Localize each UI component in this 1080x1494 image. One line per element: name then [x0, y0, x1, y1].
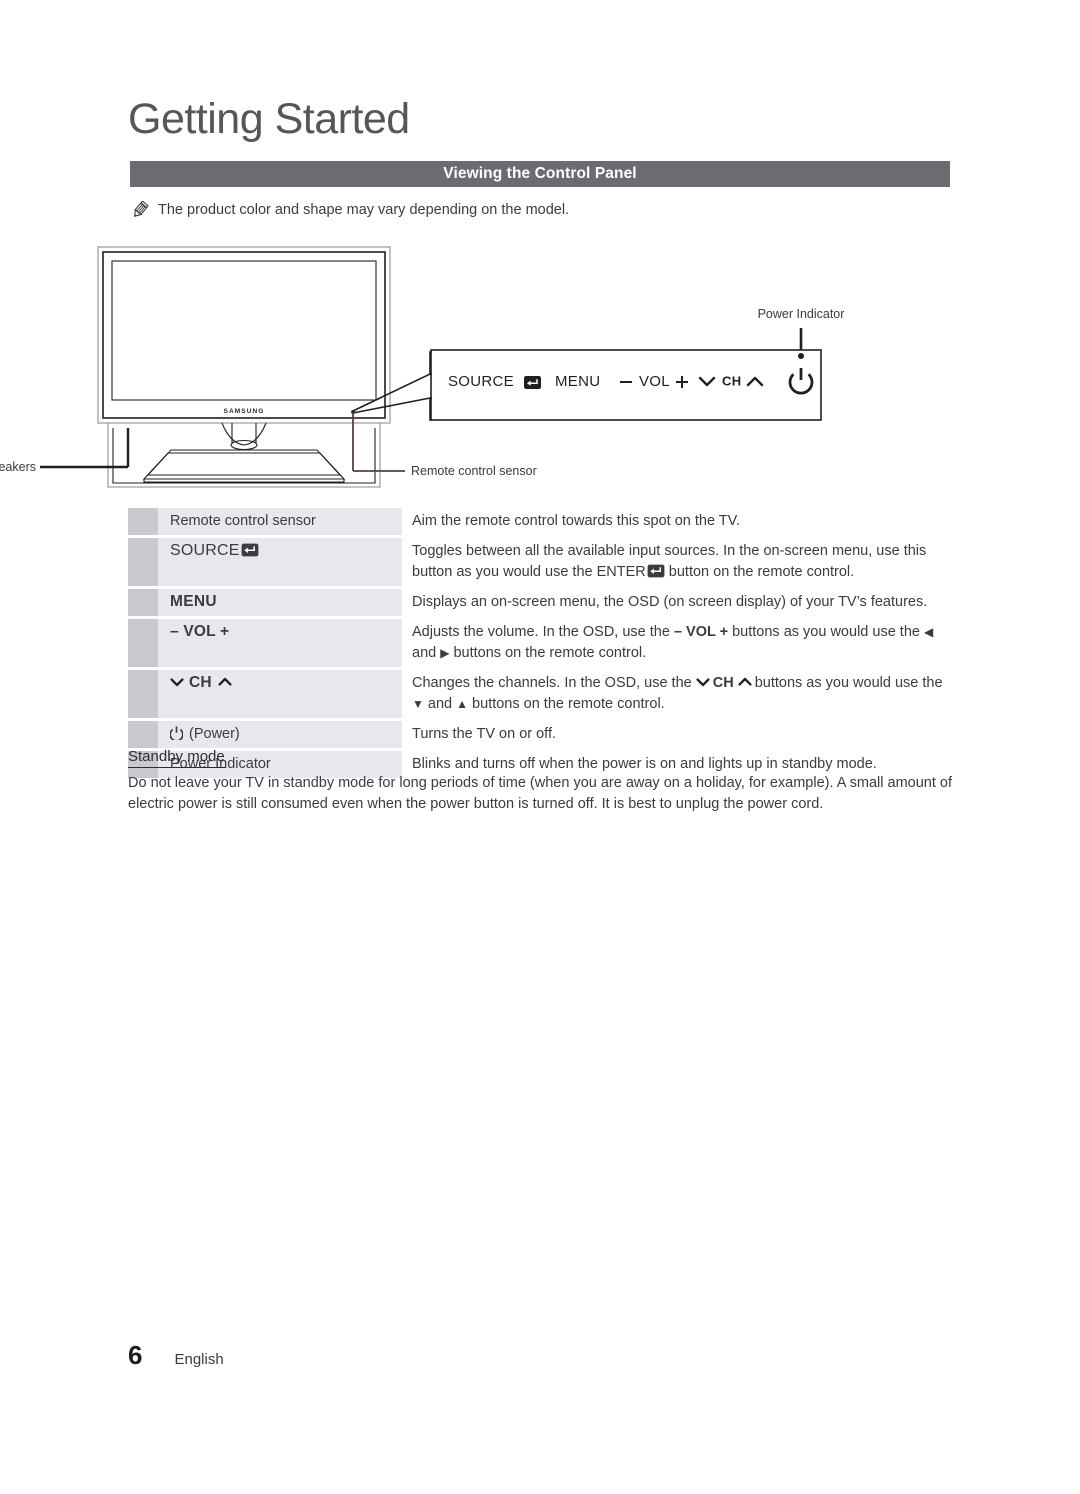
- row-description: Displays an on-screen menu, the OSD (on …: [402, 589, 950, 616]
- row-description: Changes the channels. In the OSD, use th…: [402, 670, 950, 718]
- pencil-icon: [130, 200, 150, 220]
- panel-power-icon: [788, 368, 814, 395]
- enter-return-icon: [647, 564, 665, 578]
- row-description-text-3: and: [412, 645, 441, 661]
- table-row: Remote control sensor Aim the remote con…: [128, 508, 950, 535]
- power-indicator-callout-label: Power Indicator: [758, 307, 845, 321]
- chevron-up-icon: [738, 677, 752, 687]
- panel-power-indicator-dot: [798, 353, 804, 359]
- row-label: CH: [158, 670, 402, 718]
- row-description-text: Aim the remote control towards this spot…: [412, 513, 741, 529]
- power-icon: [170, 726, 183, 740]
- table-row: – VOL + Adjusts the volume. In the OSD, …: [128, 619, 950, 667]
- control-panel-illustration: .ln { fill:none; stroke:#231f20; stroke-…: [0, 232, 1000, 494]
- row-description-text: Blinks and turns off when the power is o…: [412, 756, 877, 772]
- panel-ch-label: CH: [722, 373, 742, 388]
- panel-vol-label: VOL: [639, 373, 670, 390]
- row-label: (Power): [158, 721, 402, 748]
- remote-sensor-callout-label: Remote control sensor: [411, 464, 537, 478]
- page-footer: 6 English: [128, 1340, 224, 1371]
- row-marker: [128, 721, 158, 748]
- row-description-text: Turns the TV on or off.: [412, 726, 557, 742]
- page-number: 6: [128, 1340, 143, 1370]
- enter-word: ENTER: [596, 564, 646, 580]
- manual-page: Getting Started Viewing the Control Pane…: [0, 0, 1080, 1494]
- row-description-text-4: buttons on the remote control.: [468, 696, 665, 712]
- page-title: Getting Started: [128, 95, 410, 143]
- vol-inline-label: – VOL +: [673, 624, 729, 640]
- row-description-text-2: button on the remote control.: [664, 564, 855, 580]
- row-description: Toggles between all the available input …: [402, 538, 950, 586]
- speakers-callout-label: Speakers: [0, 460, 36, 474]
- section-header-bar: Viewing the Control Panel: [130, 161, 950, 187]
- panel-menu-label: MENU: [555, 373, 600, 390]
- table-row: SOURCE Toggles between all the available…: [128, 538, 950, 586]
- standby-mode-heading: Standby mode: [128, 748, 225, 768]
- panel-source-enter-icon: [524, 376, 541, 389]
- table-row: (Power) Turns the TV on or off.: [128, 721, 950, 748]
- table-row: CH Changes the channels. In the OSD, use…: [128, 670, 950, 718]
- up-triangle-icon: ▲: [456, 697, 469, 711]
- page-language: English: [174, 1351, 224, 1368]
- row-label-text: CH: [189, 674, 212, 691]
- row-marker: [128, 619, 158, 667]
- panel-ch-down-icon: [698, 376, 716, 387]
- row-description-text-2: buttons as you would use the: [750, 675, 943, 691]
- standby-mode-body: Do not leave your TV in standby mode for…: [128, 775, 952, 812]
- row-marker: [128, 589, 158, 616]
- tv-brand-label: SAMSUNG: [224, 408, 265, 415]
- chevron-up-icon: [218, 677, 232, 687]
- row-label-text: SOURCE: [170, 542, 240, 559]
- section-header-label: Viewing the Control Panel: [443, 165, 637, 182]
- panel-ch-up-icon: [746, 376, 764, 387]
- row-label: MENU: [158, 589, 402, 616]
- row-label-text: Remote control sensor: [170, 513, 316, 529]
- row-label: SOURCE: [158, 538, 402, 586]
- row-description-text-2: buttons as you would use the: [728, 624, 924, 640]
- chevron-down-icon: [170, 677, 184, 687]
- ch-inline-label: CH: [712, 675, 734, 691]
- table-row: MENU Displays an on-screen menu, the OSD…: [128, 589, 950, 616]
- row-description: Turns the TV on or off.: [402, 721, 950, 748]
- panel-source-label: SOURCE: [448, 373, 514, 390]
- row-label: – VOL +: [158, 619, 402, 667]
- row-description-text: Adjusts the volume. In the OSD, use the: [412, 624, 674, 640]
- row-description-text-3: and: [423, 696, 457, 712]
- panel-vol-plus-icon: [676, 376, 688, 388]
- row-description-text: Changes the channels. In the OSD, use th…: [412, 675, 696, 691]
- note-text: The product color and shape may vary dep…: [158, 202, 570, 218]
- row-description: Adjusts the volume. In the OSD, use the …: [402, 619, 950, 667]
- row-marker: [128, 670, 158, 718]
- row-label: Remote control sensor: [158, 508, 402, 535]
- note-row: The product color and shape may vary dep…: [130, 200, 569, 220]
- row-label-text: MENU: [170, 593, 217, 610]
- row-description-text: Displays an on-screen menu, the OSD (on …: [412, 594, 928, 610]
- row-label-text: – VOL +: [170, 623, 230, 640]
- row-description: Aim the remote control towards this spot…: [402, 508, 950, 535]
- row-marker: [128, 508, 158, 535]
- control-panel-spec-table: Remote control sensor Aim the remote con…: [128, 508, 950, 778]
- down-triangle-icon: ▼: [412, 697, 424, 711]
- row-label-text: (Power): [189, 726, 240, 742]
- row-marker: [128, 538, 158, 586]
- row-description-text-4: buttons on the remote control.: [449, 645, 647, 661]
- left-triangle-icon: ◀: [923, 625, 934, 639]
- chevron-down-icon: [696, 677, 710, 687]
- enter-return-icon: [241, 543, 259, 557]
